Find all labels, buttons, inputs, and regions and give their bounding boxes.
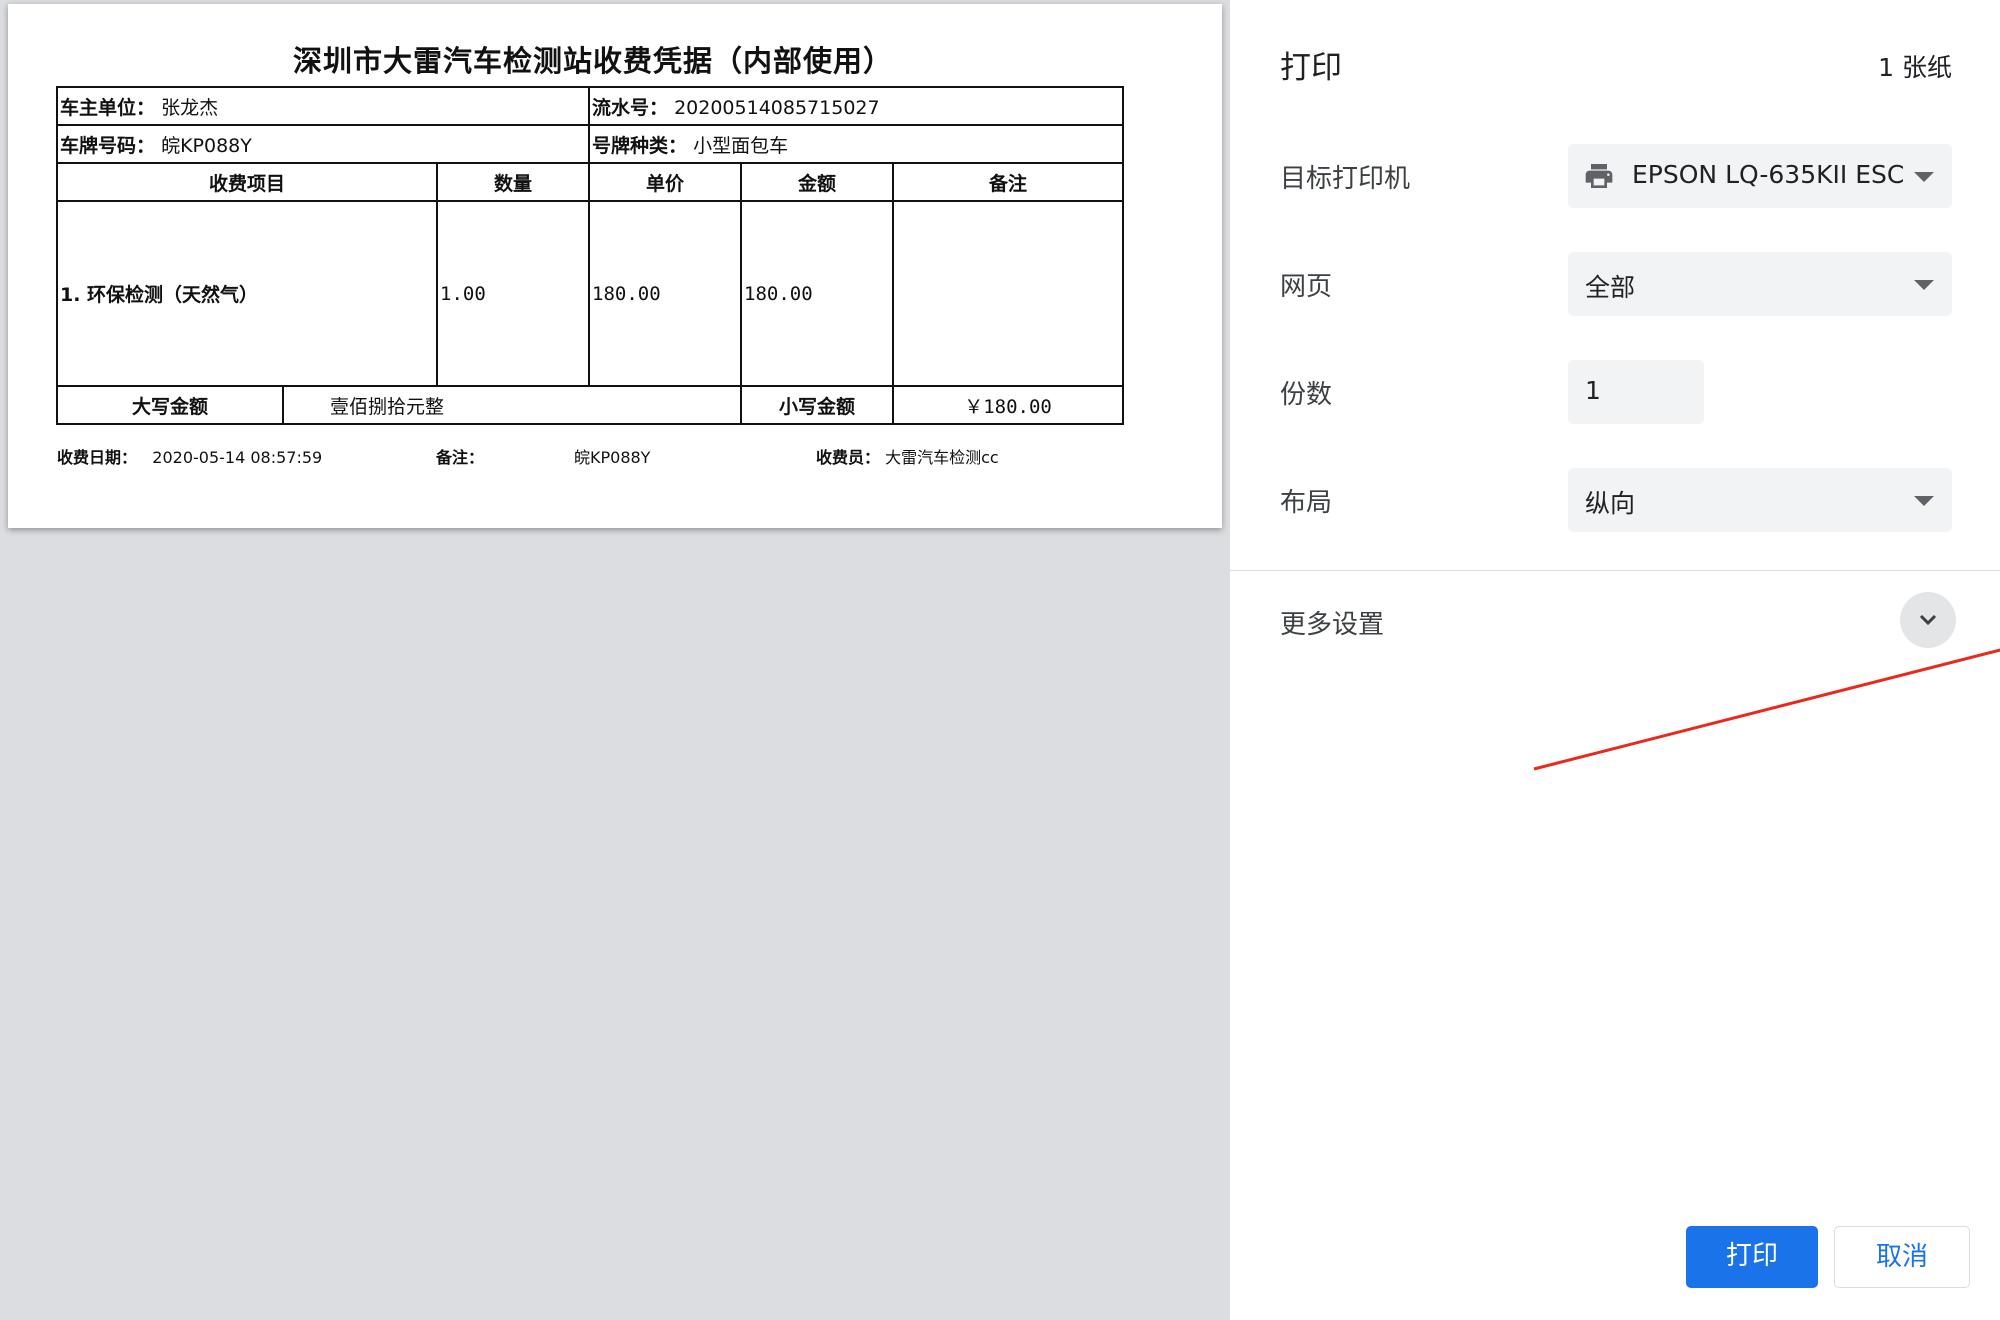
receipt-title: 深圳市大雷汽车检测站收费凭据（内部使用） [292, 44, 893, 78]
date-value: 2020-05-14 08:57:59 [152, 448, 323, 467]
print-preview-area: 深圳市大雷汽车检测站收费凭据（内部使用） 车主单位： 张龙杰 流水号： 2020… [0, 0, 1230, 1320]
owner-value: 张龙杰 [161, 96, 219, 119]
receipt-remark-value: 皖KP088Y [574, 448, 651, 467]
remark-label: 备注： [436, 448, 485, 467]
item-remark [892, 200, 1125, 387]
item-unit-price: 180.00 [588, 200, 743, 387]
receipt-table: 车主单位： 张龙杰 流水号： 20200514085715027 车牌号码： 皖… [55, 86, 1125, 425]
receipt-header-row: 收费项目 数量 单价 金额 备注 [56, 162, 1125, 202]
owner-label: 车主单位： [60, 96, 156, 119]
lower-amount-value: ￥180.00 [892, 385, 1125, 425]
item-qty: 1.00 [435, 200, 591, 387]
upper-amount-value: 壹佰捌拾元整 [281, 385, 743, 425]
plate-value: 皖KP088Y [161, 134, 252, 157]
receipt-owner-row: 车主单位： 张龙杰 流水号： 20200514085715027 [55, 86, 1125, 126]
annotation-arrow [1533, 648, 2000, 771]
serial-value: 20200514085715027 [674, 96, 880, 119]
lower-amount-label: 小写金额 [740, 385, 895, 425]
receipt-item-row: 1. 环保检测（天然气） 1.00 180.00 180.00 [56, 200, 1125, 387]
cashier-label: 收费员： [816, 448, 881, 467]
receipt-total-row: 大写金额 壹佰捌拾元整 小写金额 ￥180.00 [56, 385, 1125, 425]
receipt-date: 收费日期： 2020-05-14 08:57:59 [57, 444, 322, 468]
receipt-cashier: 收费员： 大雷汽车检测cc [816, 444, 999, 468]
item-amount: 180.00 [740, 200, 895, 387]
preview-page: 深圳市大雷汽车检测站收费凭据（内部使用） 车主单位： 张龙杰 流水号： 2020… [8, 4, 1222, 528]
plate-cell: 车牌号码： 皖KP088Y [55, 124, 591, 164]
receipt-plate-row: 车牌号码： 皖KP088Y 号牌种类： 小型面包车 [55, 124, 1125, 164]
plate-type-cell: 号牌种类： 小型面包车 [588, 124, 1125, 164]
item-name: 1. 环保检测（天然气） [56, 200, 438, 387]
header-qty: 数量 [435, 162, 591, 202]
plate-type-label: 号牌种类： [592, 134, 688, 157]
upper-amount-label: 大写金额 [56, 385, 284, 425]
owner-cell: 车主单位： 张龙杰 [55, 86, 591, 126]
plate-label: 车牌号码： [60, 134, 156, 157]
plate-type-value: 小型面包车 [693, 134, 789, 157]
receipt-remark: 备注： [436, 444, 484, 468]
header-amount: 金额 [740, 162, 895, 202]
date-label: 收费日期： [57, 448, 138, 467]
header-unit-price: 单价 [588, 162, 743, 202]
header-remark: 备注 [892, 162, 1125, 202]
cashier-value: 大雷汽车检测cc [885, 448, 999, 467]
header-item: 收费项目 [56, 162, 438, 202]
serial-label: 流水号： [592, 96, 669, 119]
serial-cell: 流水号： 20200514085715027 [588, 86, 1125, 126]
